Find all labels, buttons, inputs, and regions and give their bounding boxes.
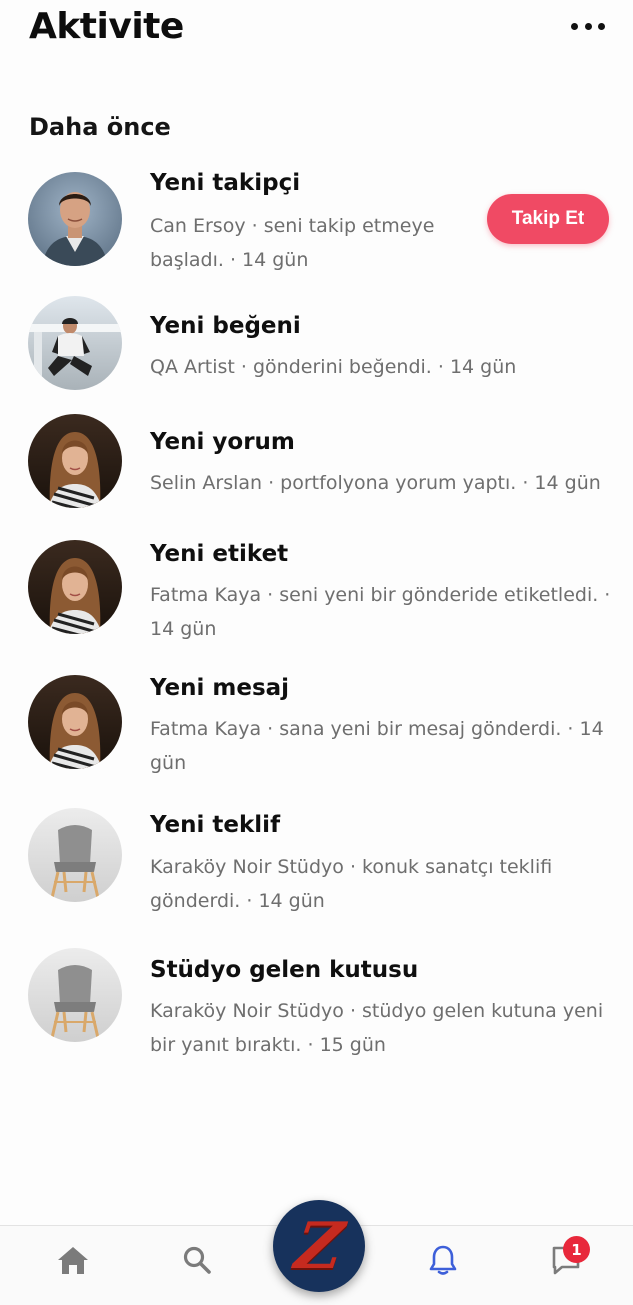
avatar[interactable] (28, 172, 122, 266)
item-description: Karaköy Noir Stüdyo · konuk sanatçı tekl… (150, 856, 553, 912)
follow-button[interactable]: Takip Et (487, 194, 609, 244)
dot (584, 22, 592, 30)
search-icon[interactable] (177, 1240, 217, 1280)
avatar[interactable] (28, 296, 122, 390)
avatar[interactable] (28, 414, 122, 508)
avatar[interactable] (28, 948, 122, 1042)
messages-badge: 1 (563, 1236, 590, 1263)
item-description: Fatma Kaya · seni yeni bir gönderide eti… (150, 584, 611, 640)
item-description: QA Artist · gönderini beğendi. · 14 gün (150, 356, 517, 378)
home-icon[interactable] (53, 1240, 93, 1280)
bell-icon[interactable] (423, 1240, 463, 1280)
section-title: Daha önce (29, 113, 171, 141)
more-dots-icon[interactable] (571, 16, 605, 36)
item-description: Karaköy Noir Stüdyo · stüdyo gelen kutun… (150, 1000, 604, 1056)
page-title: Aktivite (29, 6, 184, 47)
item-title: Yeni mesaj (150, 675, 290, 701)
dot (598, 22, 605, 30)
app-logo-button[interactable]: Z (273, 1200, 365, 1292)
item-title: Yeni teklif (150, 812, 281, 838)
item-title: Yeni etiket (150, 541, 289, 567)
item-title: Yeni yorum (150, 429, 295, 455)
item-title: Yeni beğeni (150, 313, 301, 339)
header: Aktivite (0, 0, 633, 60)
item-description: Selin Arslan · portfolyona yorum yaptı. … (150, 472, 601, 494)
dot (571, 22, 578, 30)
item-title: Stüdyo gelen kutusu (150, 957, 419, 983)
avatar[interactable] (28, 808, 122, 902)
avatar[interactable] (28, 540, 122, 634)
app-logo: Z (290, 1208, 348, 1284)
item-description: Can Ersoy · seni takip etmeye başladı. ·… (150, 215, 435, 271)
item-description: Fatma Kaya · sana yeni bir mesaj gönderd… (150, 718, 604, 774)
avatar[interactable] (28, 675, 122, 769)
item-title: Yeni takipçi (150, 170, 301, 196)
